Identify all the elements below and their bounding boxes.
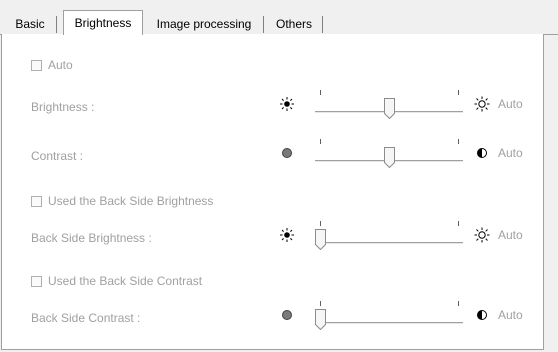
tab-image-processing[interactable]: Image processing <box>145 14 264 34</box>
circle-filled-icon <box>282 148 292 158</box>
auto-checkbox[interactable]: Auto <box>31 58 73 72</box>
back-contrast-slider-thumb[interactable] <box>315 309 326 330</box>
back-contrast-checkbox-box[interactable] <box>31 275 42 287</box>
brightness-label: Brightness : <box>31 100 95 114</box>
slider-tick-min <box>320 221 321 226</box>
tab-basic-label: Basic <box>15 17 45 31</box>
back-brightness-label: Back Side Brightness : <box>31 231 152 245</box>
back-brightness-slider-thumb[interactable] <box>315 229 326 250</box>
auto-checkbox-box[interactable] <box>31 59 42 71</box>
tab-others[interactable]: Others <box>266 14 323 34</box>
back-brightness-checkbox-label: Used the Back Side Brightness <box>48 194 214 208</box>
slider-tick-max <box>458 139 459 144</box>
back-contrast-label: Back Side Contrast : <box>31 311 141 325</box>
half-circle-icon <box>477 310 487 320</box>
sun-small-icon <box>280 228 294 242</box>
auto-checkbox-label: Auto <box>48 58 73 72</box>
slider-track-shadow <box>315 323 463 324</box>
slider-tick-max <box>458 301 459 306</box>
sun-large-icon <box>474 96 490 112</box>
brightness-slider-thumb[interactable] <box>384 98 395 119</box>
circle-filled-icon <box>282 310 292 320</box>
tab-separator <box>263 16 264 33</box>
sun-small-icon <box>280 97 294 111</box>
sun-large-icon <box>474 227 490 243</box>
slider-track-shadow <box>315 243 463 244</box>
brightness-panel: Auto Brightness : Auto Contrast: Auto U… <box>1 34 544 350</box>
slider-tick-min <box>320 301 321 306</box>
contrast-label: Contrast : <box>31 149 84 163</box>
back-contrast-checkbox[interactable]: Used the Back Side Contrast <box>31 274 202 288</box>
slider-tick-max <box>458 90 459 95</box>
brightness-auto-label: Auto <box>498 97 523 111</box>
back-brightness-checkbox[interactable]: Used the Back Side Brightness <box>31 194 213 208</box>
back-brightness-auto-label: Auto <box>498 228 523 242</box>
tab-separator <box>322 16 323 33</box>
contrast-auto-label: Auto <box>498 146 523 160</box>
tab-brightness-label: Brightness <box>74 16 132 30</box>
back-brightness-slider-row: Auto <box>276 221 538 251</box>
back-contrast-slider-row: Auto <box>276 301 538 331</box>
slider-tick-max <box>458 221 459 226</box>
tab-image-processing-label: Image processing <box>156 17 252 31</box>
back-brightness-checkbox-box[interactable] <box>31 195 42 207</box>
tab-basic[interactable]: Basic <box>4 14 57 34</box>
tab-separator <box>56 16 57 33</box>
brightness-slider-row: Auto <box>276 90 538 120</box>
slider-tick-min <box>320 139 321 144</box>
slider-tick-min <box>320 90 321 95</box>
tab-others-label: Others <box>275 17 312 31</box>
tab-bar: Basic Brightness Image processing Others <box>0 0 558 35</box>
back-contrast-auto-label: Auto <box>498 308 523 322</box>
contrast-slider-thumb[interactable] <box>384 147 395 168</box>
contrast-slider-row: Auto <box>276 139 538 169</box>
back-contrast-checkbox-label: Used the Back Side Contrast <box>48 274 203 288</box>
tab-brightness[interactable]: Brightness <box>63 10 143 35</box>
half-circle-icon <box>477 148 487 158</box>
